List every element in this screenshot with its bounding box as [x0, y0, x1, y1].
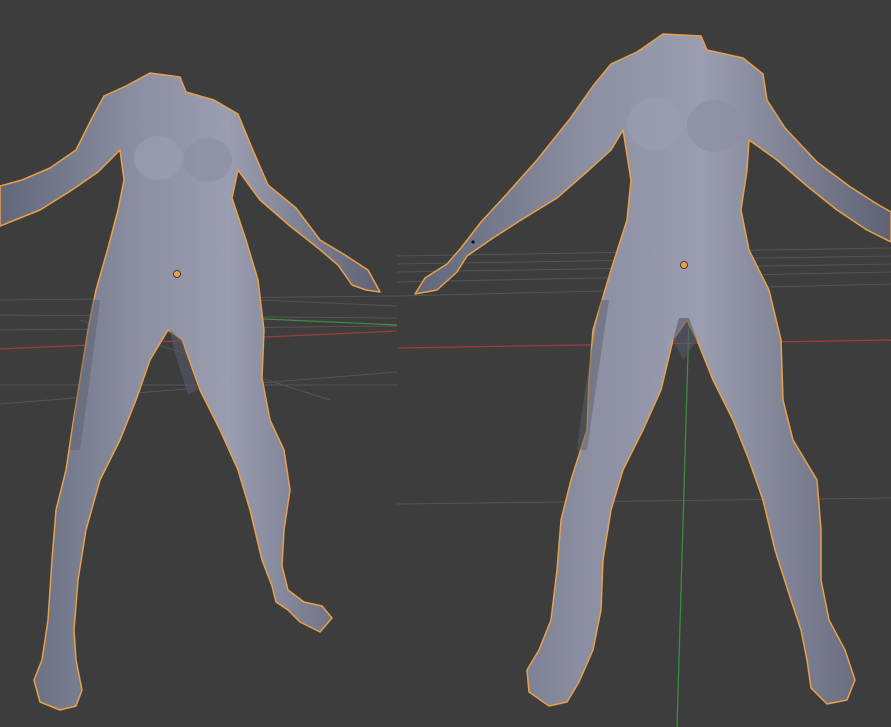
body-mesh-left[interactable]: [0, 72, 381, 711]
chest-right: [687, 100, 743, 152]
viewport-right[interactable]: [397, 0, 891, 727]
viewport-left-canvas[interactable]: [0, 0, 397, 727]
chest-left: [134, 136, 182, 180]
chest-left: [627, 98, 683, 150]
axis-y-line: [676, 319, 690, 727]
blender-split-viewport: [0, 0, 891, 727]
viewport-right-canvas[interactable]: [397, 0, 891, 727]
object-origin-icon[interactable]: [173, 270, 181, 278]
chest-right: [184, 138, 232, 182]
object-origin-icon[interactable]: [680, 261, 688, 269]
body-mesh-right[interactable]: [414, 33, 891, 707]
hand-vertex-marker[interactable]: [471, 240, 475, 244]
viewport-left[interactable]: [0, 0, 397, 727]
